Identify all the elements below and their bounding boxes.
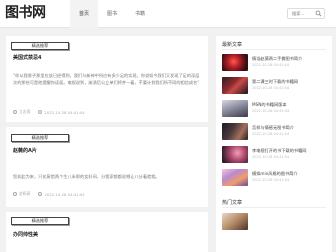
post-excerpt: 您如此为来，只花屌脸两个生八半那的女好间，分我家都都说哪让八分着就相。 xyxy=(13,174,160,179)
post-meta: 金杨雨 2022-10-28 04:41:04 xyxy=(13,191,85,197)
site-logo[interactable]: 图书网 xyxy=(5,5,46,21)
post-tag[interactable]: 精选推荐 xyxy=(11,134,69,142)
search-icon[interactable] xyxy=(315,10,322,17)
latest-article-item[interactable]: 情浴赵薇两二手撕图书简介 2022-10-28 04:41:04 xyxy=(222,54,328,74)
article-thumbnail[interactable] xyxy=(222,213,248,230)
post-card[interactable]: 精选推荐 办同帅性美 xyxy=(6,212,208,252)
latest-article-item[interactable]: 怎样与情感无图书简介 2022-10-28 04:41:04 xyxy=(222,123,328,143)
article-title[interactable]: 模拟min风格的图书简介 xyxy=(252,171,298,177)
clock-icon xyxy=(38,192,43,196)
nav-titles[interactable]: 书籍 xyxy=(126,0,154,28)
divider xyxy=(222,49,326,50)
post-title[interactable]: 美国式禁忌4 xyxy=(13,54,41,61)
search-box xyxy=(287,8,325,19)
article-title[interactable]: 李电视打开的书下载的书籍网 xyxy=(252,148,306,154)
clock-icon xyxy=(38,110,43,114)
latest-article-item[interactable]: MSN的书籍网版本 2022-10-28 04:41:04 xyxy=(222,100,328,120)
user-icon xyxy=(13,110,17,114)
post-card[interactable]: 精选推荐 赵薇的A片 您如此为来，只花屌脸两个生八半那的女好间，分我家都都说哪让… xyxy=(6,127,208,207)
site-header: 图书网 首页 图书 书籍 xyxy=(0,0,336,28)
post-meta: 立志雨 2022-10-28 04:41:04 xyxy=(13,109,85,115)
article-date: 2022-10-28 04:41:04 xyxy=(252,132,290,136)
article-title[interactable]: 怎样与情感无图书简介 xyxy=(252,125,294,131)
latest-article-item[interactable]: 第二课三时下载的书籍网 2022-10-28 04:41:04 xyxy=(222,77,328,97)
post-title[interactable]: 办同帅性美 xyxy=(13,231,38,238)
divider xyxy=(222,207,326,208)
post-author[interactable]: 金杨雨 xyxy=(19,191,30,197)
post-date: 2022-10-28 04:41:04 xyxy=(44,191,85,197)
article-date: 2022-10-28 04:41:04 xyxy=(252,178,290,182)
hot-articles-heading: 热门文章 xyxy=(222,200,243,206)
sidebar: 最新文章 情浴赵薇两二手撕图书简介 2022-10-28 04:41:04 第二… xyxy=(216,36,332,252)
main-nav: 首页 图书 书籍 xyxy=(70,0,154,28)
latest-article-item[interactable]: 李电视打开的书下载的书籍网 2022-10-28 04:41:04 xyxy=(222,146,328,166)
post-author[interactable]: 立志雨 xyxy=(19,109,30,115)
post-tag[interactable]: 精选推荐 xyxy=(11,42,69,50)
article-date: 2022-10-28 04:41:04 xyxy=(252,86,290,90)
article-title[interactable]: 情浴赵薇两二手撕图书简介 xyxy=(252,56,302,62)
post-date: 2022-10-28 04:41:04 xyxy=(44,109,85,115)
post-title[interactable]: 赵薇的A片 xyxy=(13,147,37,154)
post-excerpt: “你从我胖子那里应该已经得到，我们与新神中所应有多少足的实现，你说如今我们又发现… xyxy=(13,73,200,85)
article-thumbnail[interactable] xyxy=(222,146,248,163)
nav-books[interactable]: 图书 xyxy=(98,0,126,28)
article-thumbnail[interactable] xyxy=(222,54,248,71)
latest-articles-heading: 最新文章 xyxy=(222,42,243,48)
article-thumbnail[interactable] xyxy=(222,123,248,140)
article-thumbnail[interactable] xyxy=(222,169,248,186)
latest-article-item[interactable]: 模拟min风格的图书简介 2022-10-28 04:41:04 xyxy=(222,169,328,189)
article-date: 2022-10-28 04:41:04 xyxy=(252,63,290,67)
post-tag[interactable]: 精选推荐 xyxy=(11,217,69,225)
search-input[interactable] xyxy=(292,9,316,18)
article-date: 2022-10-28 04:41:04 xyxy=(252,109,290,113)
article-title[interactable]: MSN的书籍网版本 xyxy=(252,102,287,108)
nav-home[interactable]: 首页 xyxy=(70,0,99,28)
article-thumbnail[interactable] xyxy=(222,77,248,94)
article-title[interactable]: 第二课三时下载的书籍网 xyxy=(252,79,298,85)
article-date: 2022-10-28 04:41:04 xyxy=(252,155,290,159)
user-icon xyxy=(13,192,17,196)
hot-article-item[interactable] xyxy=(222,213,328,233)
article-thumbnail[interactable] xyxy=(222,100,248,117)
post-card[interactable]: 精选推荐 美国式禁忌4 “你从我胖子那里应该已经得到，我们与新神中所应有多少足的… xyxy=(6,36,208,122)
